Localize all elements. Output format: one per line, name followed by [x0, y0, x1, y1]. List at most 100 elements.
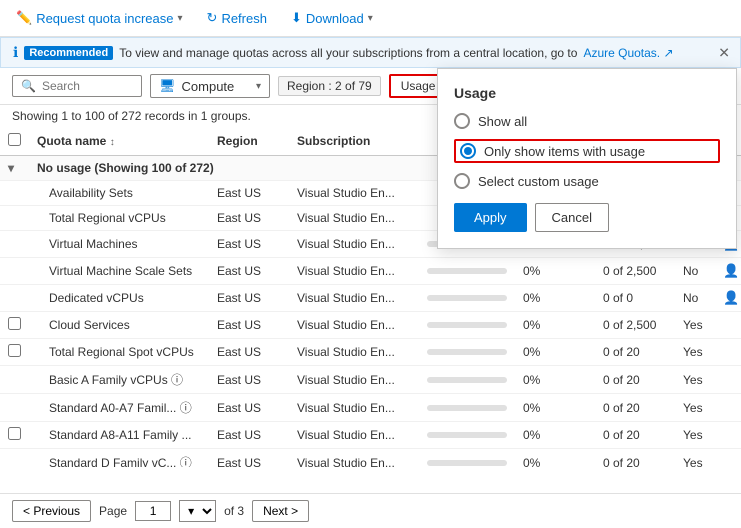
row-subscription: Visual Studio En...	[289, 285, 419, 312]
row-count: 0 of 20	[595, 366, 675, 394]
row-bar-cell	[419, 339, 515, 366]
chevron-down-icon-2: ▾	[368, 13, 373, 24]
radio-custom-usage[interactable]: Select custom usage	[454, 173, 720, 189]
refresh-button[interactable]: ↻ Refresh	[203, 8, 271, 28]
download-button[interactable]: ⬇ Download ▾	[287, 8, 377, 28]
row-subscription: Visual Studio En...	[289, 231, 419, 258]
cancel-button[interactable]: Cancel	[535, 203, 609, 232]
table-row: Cloud Services East US Visual Studio En.…	[0, 312, 741, 339]
previous-button[interactable]: < Previous	[12, 500, 91, 522]
row-count: 0 of 20	[595, 339, 675, 366]
radio-custom-usage-label: Select custom usage	[478, 174, 599, 189]
row-pct: 0%	[515, 422, 595, 449]
row-region: East US	[209, 206, 289, 231]
row-pct: 0%	[515, 366, 595, 394]
row-quota-name: Dedicated vCPUs	[29, 285, 209, 312]
row-region: East US	[209, 394, 289, 422]
pagination-footer: < Previous Page ▾ of 3 Next >	[0, 493, 741, 528]
azure-quotas-link[interactable]: Azure Quotas. ↗	[583, 46, 673, 60]
row-pct: 0%	[515, 339, 595, 366]
row-count: 0 of 20	[595, 422, 675, 449]
row-checkbox[interactable]	[8, 427, 21, 440]
refresh-icon: ↻	[207, 10, 218, 26]
row-subscription: Visual Studio En...	[289, 394, 419, 422]
row-checkbox-cell	[0, 231, 29, 258]
row-checkbox[interactable]	[8, 317, 21, 330]
search-input[interactable]	[42, 79, 133, 93]
next-button[interactable]: Next >	[252, 500, 309, 522]
compute-dropdown[interactable]: 🖥 Compute ▾	[150, 74, 270, 98]
row-count: 0 of 2,500	[595, 312, 675, 339]
external-link-icon: ↗	[664, 46, 674, 60]
row-icon	[715, 339, 741, 366]
radio-only-usage-outer	[460, 143, 476, 159]
usage-panel: Usage Show all Only show items with usag…	[437, 68, 737, 249]
row-region: East US	[209, 366, 289, 394]
row-quota-name: Total Regional Spot vCPUs	[29, 339, 209, 366]
search-box[interactable]: 🔍	[12, 75, 142, 97]
row-region: East US	[209, 258, 289, 285]
row-subscription: Visual Studio En...	[289, 258, 419, 285]
compute-chevron-icon: ▾	[256, 81, 261, 92]
apply-button[interactable]: Apply	[454, 203, 527, 232]
row-subscription: Visual Studio En...	[289, 339, 419, 366]
info-banner: ℹ Recommended To view and manage quotas …	[0, 37, 741, 68]
col-header-region[interactable]: Region	[209, 127, 289, 156]
close-banner-button[interactable]: ✕	[718, 44, 730, 61]
row-icon[interactable]: 👤	[715, 285, 741, 312]
row-checkbox-cell	[0, 181, 29, 206]
row-bar-cell	[419, 312, 515, 339]
radio-only-usage-inner	[464, 147, 472, 155]
row-subscription: Visual Studio En...	[289, 366, 419, 394]
row-subscription: Visual Studio En...	[289, 181, 419, 206]
row-quota-name: Basic A Family vCPUs ⓘ	[29, 366, 209, 394]
row-quota-name: Standard D Family vC... ⓘ	[29, 449, 209, 468]
row-adj: No	[675, 258, 715, 285]
compute-label: Compute	[182, 79, 235, 94]
row-checkbox[interactable]	[8, 344, 21, 357]
row-checkbox-cell	[0, 258, 29, 285]
row-quota-name: Cloud Services	[29, 312, 209, 339]
row-bar-cell	[419, 285, 515, 312]
row-adj: Yes	[675, 422, 715, 449]
radio-only-usage[interactable]: Only show items with usage	[454, 139, 720, 163]
usage-panel-title: Usage	[454, 85, 720, 101]
page-size-select[interactable]: ▾	[179, 500, 216, 522]
table-row: Standard D Family vC... ⓘ East US Visual…	[0, 449, 741, 468]
row-adj: Yes	[675, 312, 715, 339]
row-icon[interactable]: 👤	[715, 258, 741, 285]
row-checkbox-cell	[0, 206, 29, 231]
radio-show-all[interactable]: Show all	[454, 113, 720, 129]
row-subscription: Visual Studio En...	[289, 422, 419, 449]
row-adj: Yes	[675, 366, 715, 394]
table-row: Basic A Family vCPUs ⓘ East US Visual St…	[0, 366, 741, 394]
row-region: East US	[209, 231, 289, 258]
download-icon: ⬇	[291, 10, 302, 26]
request-quota-button[interactable]: ✏️ Request quota increase ▾	[12, 8, 187, 28]
col-header-subscription[interactable]: Subscription	[289, 127, 419, 156]
expand-icon[interactable]: ▾	[8, 161, 14, 175]
table-row: Virtual Machine Scale Sets East US Visua…	[0, 258, 741, 285]
radio-show-all-outer	[454, 113, 470, 129]
row-adj: No	[675, 285, 715, 312]
row-icon	[715, 422, 741, 449]
row-checkbox-cell	[0, 339, 29, 366]
select-all-checkbox[interactable]	[8, 133, 21, 146]
row-bar-cell	[419, 258, 515, 285]
row-region: East US	[209, 422, 289, 449]
row-icon	[715, 449, 741, 468]
search-icon: 🔍	[21, 79, 36, 93]
row-bar-cell	[419, 422, 515, 449]
banner-text: To view and manage quotas across all you…	[119, 46, 577, 60]
row-quota-name: Availability Sets	[29, 181, 209, 206]
row-region: East US	[209, 339, 289, 366]
row-pct: 0%	[515, 312, 595, 339]
row-checkbox-cell	[0, 285, 29, 312]
col-header-quota-name[interactable]: Quota name ↕	[29, 127, 209, 156]
row-icon	[715, 312, 741, 339]
page-number-input[interactable]	[135, 501, 171, 521]
row-region: East US	[209, 312, 289, 339]
row-adj: Yes	[675, 339, 715, 366]
row-count: 0 of 0	[595, 285, 675, 312]
row-count: 0 of 2,500	[595, 258, 675, 285]
